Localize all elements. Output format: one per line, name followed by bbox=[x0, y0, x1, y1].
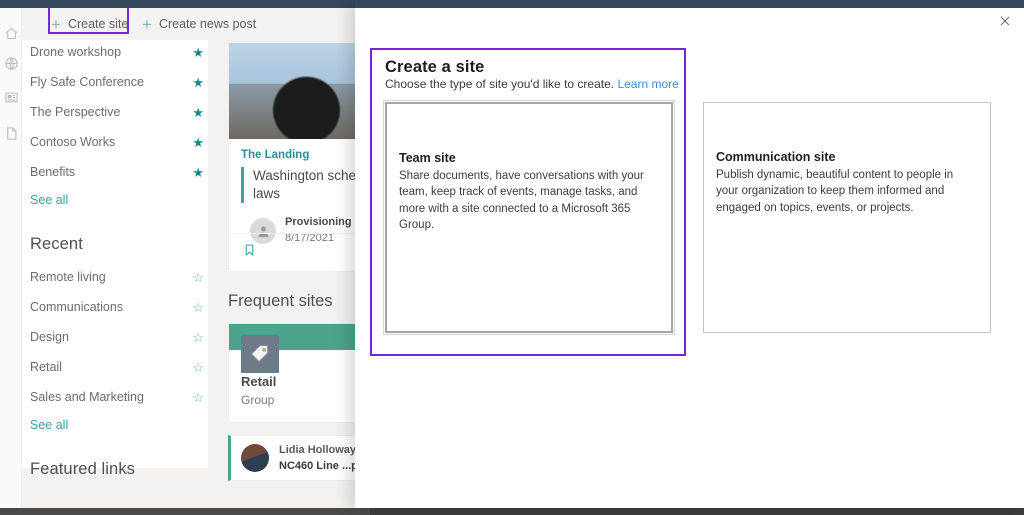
page-icon[interactable] bbox=[0, 122, 22, 144]
recent-item-design[interactable]: Design ☆ bbox=[30, 322, 210, 352]
recent-item-label: Communications bbox=[30, 300, 124, 314]
dialog-subtitle: Choose the type of site you'd like to cr… bbox=[385, 77, 679, 91]
option-description: Share documents, have conversations with… bbox=[399, 170, 644, 231]
star-filled-icon[interactable]: ★ bbox=[192, 166, 204, 179]
create-news-post-label: Create news post bbox=[158, 17, 257, 31]
create-site-highlight bbox=[48, 6, 129, 34]
following-item-label: Contoso Works bbox=[30, 135, 116, 149]
recent-item-label: Retail bbox=[30, 360, 62, 374]
option-card-team-site[interactable]: Team site Share documents, have conversa… bbox=[383, 100, 675, 335]
avatar bbox=[241, 444, 269, 472]
following-item-label: Benefits bbox=[30, 165, 76, 179]
recent-item-retail[interactable]: Retail ☆ bbox=[30, 352, 210, 382]
star-filled-icon[interactable]: ★ bbox=[192, 76, 204, 89]
following-item-contoso-works[interactable]: Contoso Works ★ bbox=[30, 127, 210, 157]
star-outline-icon[interactable]: ☆ bbox=[192, 391, 204, 404]
star-outline-icon[interactable]: ☆ bbox=[192, 361, 204, 374]
option-card-content: Team site Share documents, have conversa… bbox=[399, 151, 659, 233]
star-outline-icon[interactable]: ☆ bbox=[192, 331, 204, 344]
following-see-all-link[interactable]: See all bbox=[30, 193, 210, 207]
option-title: Team site bbox=[399, 151, 456, 165]
recent-heading: Recent bbox=[30, 235, 83, 253]
option-card-content: Communication site Publish dynamic, beau… bbox=[716, 150, 978, 216]
close-icon[interactable] bbox=[994, 10, 1016, 32]
star-filled-icon[interactable]: ★ bbox=[192, 106, 204, 119]
bookmark-icon[interactable] bbox=[243, 242, 256, 263]
page-title: Create a site bbox=[385, 58, 485, 76]
following-item-label: Drone workshop bbox=[30, 45, 122, 59]
star-filled-icon[interactable]: ★ bbox=[192, 136, 204, 149]
tag-icon bbox=[241, 335, 279, 373]
following-item-the-perspective[interactable]: The Perspective ★ bbox=[30, 97, 210, 127]
following-item-fly-safe-conference[interactable]: Fly Safe Conference ★ bbox=[30, 67, 210, 97]
featured-links-heading: Featured links bbox=[30, 460, 136, 478]
following-item-label: The Perspective bbox=[30, 105, 121, 119]
status-bar-inner bbox=[370, 508, 1024, 515]
recent-item-sales-and-marketing[interactable]: Sales and Marketing ☆ bbox=[30, 382, 210, 412]
globe-icon[interactable] bbox=[0, 52, 22, 74]
star-outline-icon[interactable]: ☆ bbox=[192, 301, 204, 314]
star-outline-icon[interactable]: ☆ bbox=[192, 271, 204, 284]
recent-item-label: Design bbox=[30, 330, 69, 344]
create-site-panel: Create a site Choose the type of site yo… bbox=[355, 0, 1024, 508]
panel-title-bar bbox=[355, 0, 1024, 8]
home-icon[interactable] bbox=[0, 22, 22, 44]
dialog-subtitle-text: Choose the type of site you'd like to cr… bbox=[385, 77, 615, 91]
following-item-benefits[interactable]: Benefits ★ bbox=[30, 157, 210, 187]
recent-item-remote-living[interactable]: Remote living ☆ bbox=[30, 262, 210, 292]
option-description: Publish dynamic, beautiful content to pe… bbox=[716, 169, 954, 214]
app-root: Following Drone workshop ★ Fly Safe Conf… bbox=[0, 0, 1024, 515]
option-title: Communication site bbox=[716, 150, 836, 164]
left-column: Following Drone workshop ★ Fly Safe Conf… bbox=[30, 10, 210, 479]
recent-item-label: Sales and Marketing bbox=[30, 390, 144, 404]
news-icon[interactable] bbox=[0, 86, 22, 108]
option-card-communication-site[interactable]: Communication site Publish dynamic, beau… bbox=[703, 102, 991, 333]
learn-more-link[interactable]: Learn more bbox=[617, 77, 678, 91]
recent-item-communications[interactable]: Communications ☆ bbox=[30, 292, 210, 322]
plus-icon: + bbox=[142, 14, 152, 34]
following-item-drone-workshop[interactable]: Drone workshop ★ bbox=[30, 37, 210, 67]
create-news-post-button[interactable]: + Create news post bbox=[142, 12, 256, 36]
recent-see-all-link[interactable]: See all bbox=[30, 418, 210, 432]
recent-item-label: Remote living bbox=[30, 270, 106, 284]
app-rail bbox=[0, 8, 22, 515]
following-item-label: Fly Safe Conference bbox=[30, 75, 144, 89]
star-filled-icon[interactable]: ★ bbox=[192, 46, 204, 59]
